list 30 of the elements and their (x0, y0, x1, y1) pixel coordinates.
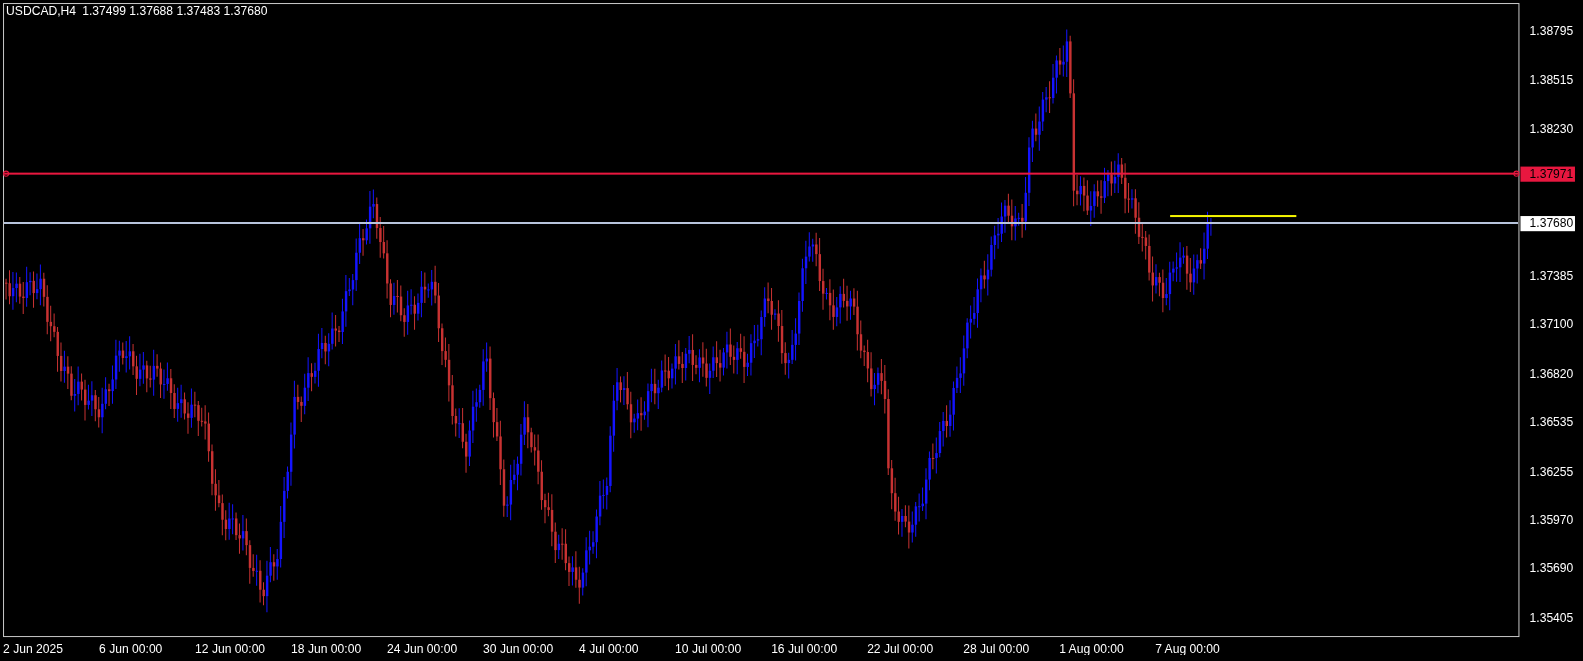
time-label: 10 Jul 00:00 (675, 642, 742, 655)
time-label: 18 Jun 00:00 (291, 642, 362, 655)
time-label: 28 Jul 00:00 (963, 642, 1030, 655)
bid-price-tag: 1.37680 (1520, 216, 1575, 232)
time-label: 4 Jul 00:00 (579, 642, 639, 655)
horizontal-line[interactable] (3, 170, 1520, 177)
price-label: 1.35690 (1529, 561, 1574, 576)
time-label: 7 Aug 00:00 (1155, 642, 1220, 655)
time-label: 6 Jun 00:00 (99, 642, 163, 655)
price-label: 1.36255 (1529, 464, 1574, 479)
trend-line[interactable] (1170, 215, 1297, 218)
time-label: 16 Jul 00:00 (771, 642, 838, 655)
line-price-tag: 1.37971 (1520, 166, 1575, 182)
symbol-label: USDCAD,H4 (6, 4, 77, 19)
price-label: 1.37100 (1529, 317, 1574, 332)
price-label: 1.36820 (1529, 366, 1574, 381)
price-label: 1.35405 (1529, 610, 1574, 625)
ohlc-values: 1.37499 1.37688 1.37483 1.37680 (82, 4, 268, 19)
price-label: 1.37385 (1529, 268, 1574, 283)
time-label: 22 Jul 00:00 (867, 642, 934, 655)
time-label: 24 Jun 00:00 (387, 642, 458, 655)
time-label: 1 Aug 00:00 (1059, 642, 1124, 655)
time-label: 30 Jun 00:00 (483, 642, 554, 655)
time-label: 12 Jun 00:00 (195, 642, 266, 655)
price-label: 1.38795 (1529, 24, 1574, 39)
time-label: 2 Jun 2025 (3, 642, 63, 655)
price-label: 1.38230 (1529, 121, 1574, 137)
price-label: 1.36535 (1529, 415, 1574, 430)
price-label: 1.35970 (1529, 512, 1574, 527)
price-label: 1.38515 (1529, 73, 1574, 88)
